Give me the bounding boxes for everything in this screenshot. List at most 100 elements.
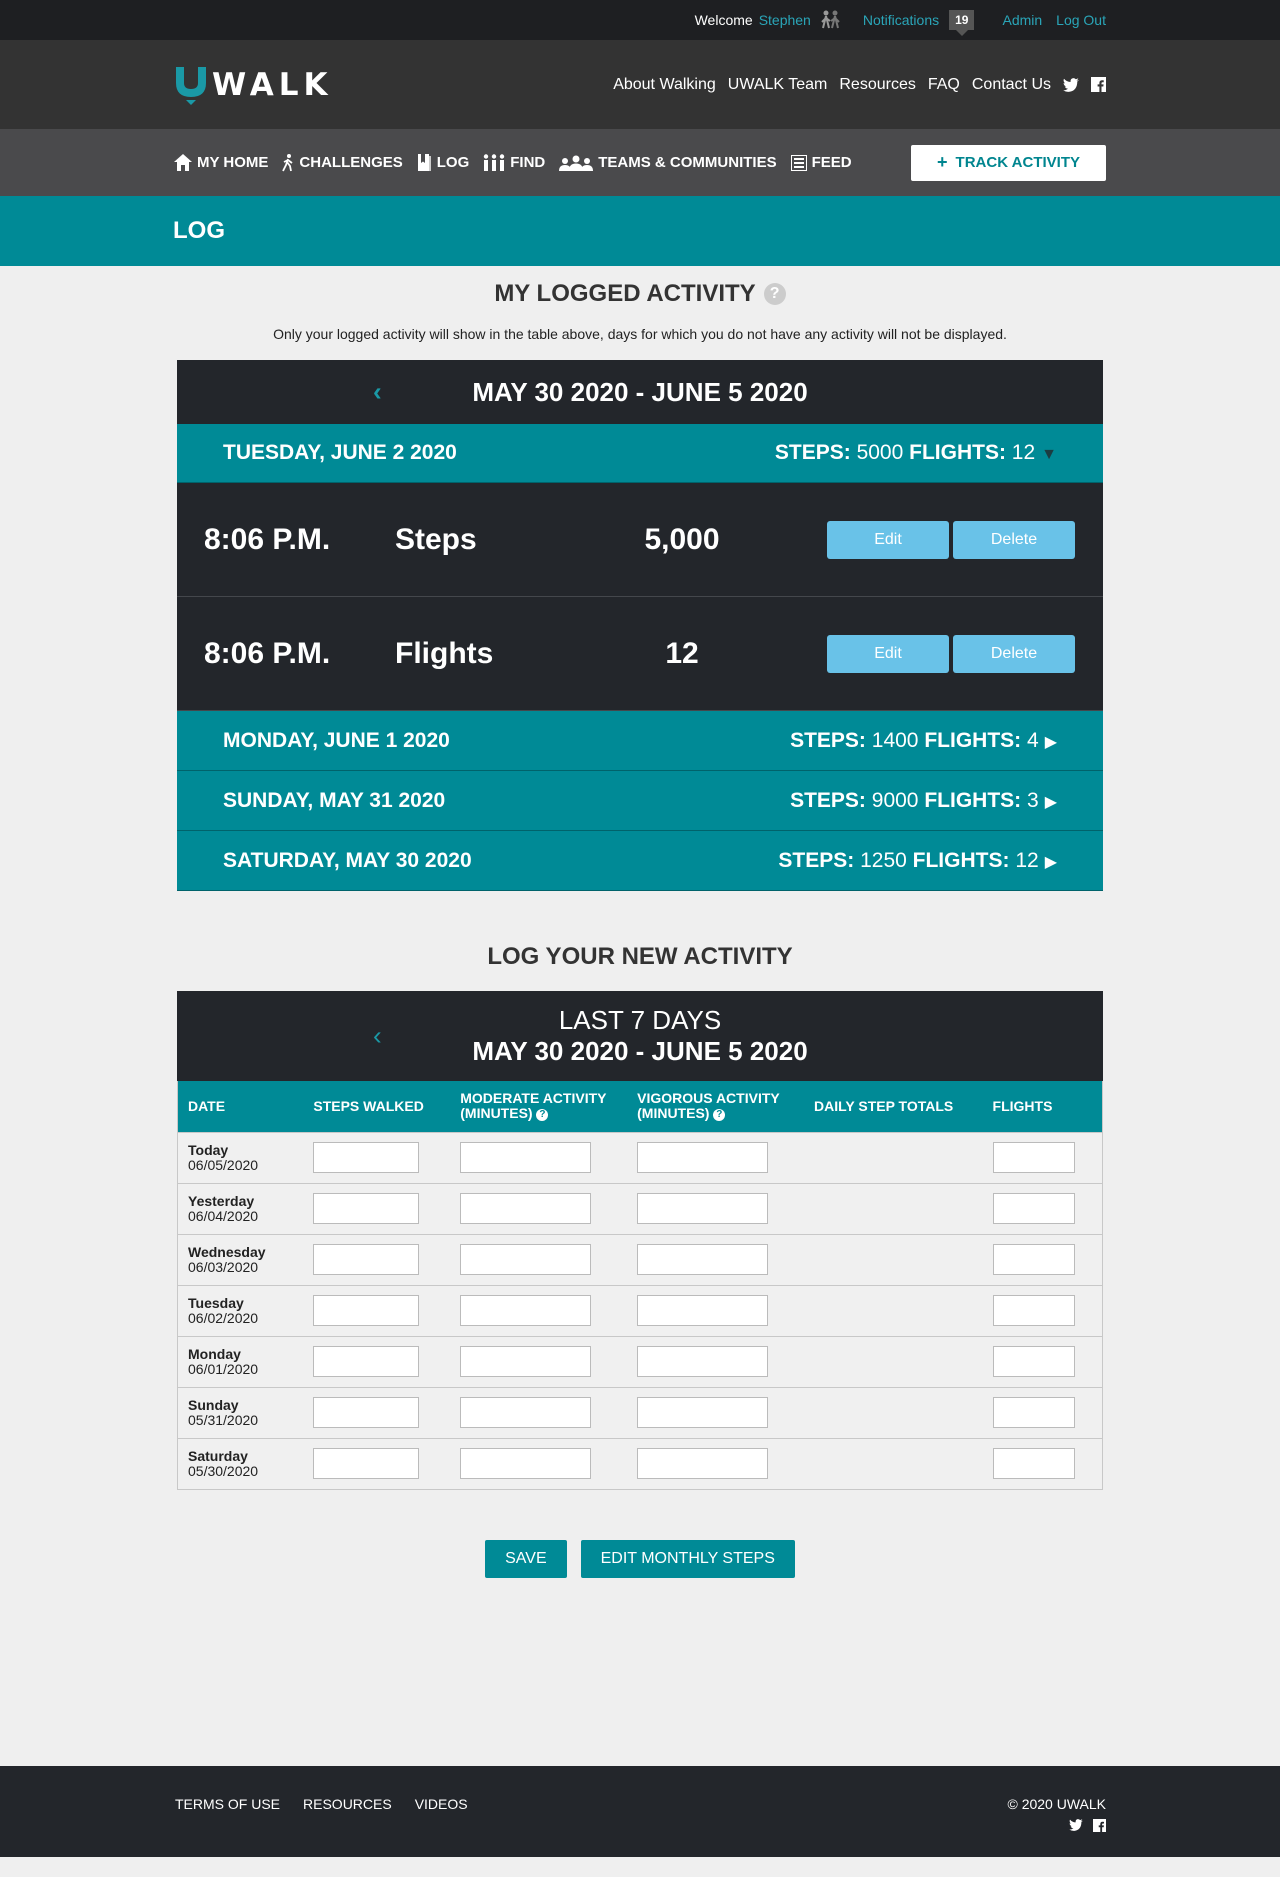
- vigorous-minutes-input[interactable]: [637, 1448, 769, 1479]
- steps-walked-input[interactable]: [313, 1448, 420, 1479]
- edit-monthly-steps-button[interactable]: EDIT MONTHLY STEPS: [580, 1539, 795, 1578]
- moderate-minutes-input[interactable]: [460, 1244, 592, 1275]
- subnav-log[interactable]: LOG: [417, 154, 469, 171]
- list-icon: [790, 154, 807, 171]
- moderate-minutes-input[interactable]: [460, 1397, 592, 1428]
- nav-uwalk-team[interactable]: UWALK Team: [728, 76, 828, 94]
- col-flights: FLIGHTS: [982, 1081, 1103, 1132]
- save-button[interactable]: SAVE: [485, 1539, 567, 1578]
- col-steps-walked: STEPS WALKED: [303, 1081, 451, 1132]
- moderate-minutes-input[interactable]: [460, 1142, 592, 1173]
- notifications-link[interactable]: Notifications: [863, 12, 939, 28]
- twitter-icon[interactable]: [1063, 77, 1079, 92]
- help-icon[interactable]: ?: [536, 1108, 549, 1121]
- col-daily-step-totals: DAILY STEP TOTALS: [804, 1081, 983, 1132]
- nav-contact-us[interactable]: Contact Us: [972, 76, 1051, 94]
- welcome-text: Welcome: [694, 12, 753, 28]
- vigorous-minutes-input[interactable]: [637, 1346, 769, 1377]
- vigorous-minutes-input[interactable]: [637, 1397, 769, 1428]
- delete-button[interactable]: Delete: [953, 520, 1075, 559]
- steps-walked-input[interactable]: [313, 1193, 420, 1224]
- footer-terms-link[interactable]: TERMS OF USE: [175, 1796, 280, 1812]
- steps-walked-input[interactable]: [313, 1244, 420, 1275]
- subnav-my-home[interactable]: MY HOME: [174, 154, 268, 171]
- subnav-find[interactable]: FIND: [483, 154, 545, 171]
- form-actions: SAVE EDIT MONTHLY STEPS: [0, 1539, 1280, 1578]
- flights-input[interactable]: [992, 1346, 1075, 1377]
- footer-resources-link[interactable]: RESOURCES: [303, 1796, 392, 1812]
- edit-button[interactable]: Edit: [827, 634, 949, 673]
- subnav-feed[interactable]: FEED: [790, 154, 852, 171]
- flights-input[interactable]: [992, 1193, 1075, 1224]
- flights-input[interactable]: [992, 1244, 1075, 1275]
- username-link[interactable]: Stephen: [759, 12, 811, 28]
- vigorous-minutes-input[interactable]: [637, 1244, 769, 1275]
- vigorous-minutes-input[interactable]: [637, 1142, 769, 1173]
- nav-about-walking[interactable]: About Walking: [613, 76, 716, 94]
- daily-step-total-cell: [804, 1437, 983, 1490]
- activity-entry: 8:06 P.M. Flights 12 Edit Delete: [177, 597, 1103, 711]
- flights-input[interactable]: [992, 1397, 1075, 1428]
- day-row[interactable]: SATURDAY, MAY 30 2020 STEPS: 1250 FLIGHT…: [177, 831, 1103, 891]
- previous-week-chevron-icon[interactable]: ‹: [373, 377, 382, 408]
- flights-input[interactable]: [992, 1142, 1075, 1173]
- people-icon: [484, 154, 505, 171]
- uwalk-logo[interactable]: WALK: [174, 65, 333, 105]
- logout-link[interactable]: Log Out: [1056, 12, 1106, 28]
- delete-button[interactable]: Delete: [953, 634, 1075, 673]
- daily-step-total-cell: [804, 1182, 983, 1234]
- facebook-icon[interactable]: [1093, 1819, 1106, 1832]
- copyright: © 2020 UWALK: [1007, 1796, 1106, 1812]
- range-dates: MAY 30 2020 - JUNE 5 2020: [472, 1036, 808, 1066]
- day-row[interactable]: TUESDAY, JUNE 2 2020 STEPS: 5000 FLIGHTS…: [177, 424, 1103, 483]
- date-cell: Sunday 05/31/2020: [177, 1386, 304, 1438]
- steps-walked-input[interactable]: [313, 1295, 420, 1326]
- day-row[interactable]: MONDAY, JUNE 1 2020 STEPS: 1400 FLIGHTS:…: [177, 711, 1103, 771]
- steps-walked-input[interactable]: [313, 1397, 420, 1428]
- week-header: ‹ MAY 30 2020 - JUNE 5 2020: [177, 360, 1103, 424]
- caret-right-icon: ▶: [1044, 853, 1057, 871]
- avatar[interactable]: [817, 7, 843, 33]
- subnav-challenges[interactable]: CHALLENGES: [282, 153, 403, 172]
- logged-activity-description: Only your logged activity will show in t…: [273, 326, 1007, 342]
- steps-walked-input[interactable]: [313, 1142, 420, 1173]
- vigorous-minutes-input[interactable]: [637, 1295, 769, 1326]
- help-icon[interactable]: ?: [713, 1108, 726, 1121]
- footer-videos-link[interactable]: VIDEOS: [415, 1796, 468, 1812]
- track-activity-button[interactable]: + TRACK ACTIVITY: [911, 144, 1106, 181]
- notifications-count-badge[interactable]: 19: [949, 10, 975, 36]
- moderate-minutes-input[interactable]: [460, 1295, 592, 1326]
- moderate-minutes-input[interactable]: [460, 1346, 592, 1377]
- date-cell: Tuesday 06/02/2020: [177, 1284, 304, 1336]
- facebook-icon[interactable]: [1091, 77, 1106, 92]
- daily-step-total-cell: [804, 1284, 983, 1336]
- previous-range-chevron-icon[interactable]: ‹: [373, 1021, 382, 1052]
- moderate-minutes-input[interactable]: [460, 1193, 592, 1224]
- table-row: Tuesday 06/02/2020: [177, 1284, 1103, 1336]
- twitter-icon[interactable]: [1069, 1819, 1083, 1832]
- nav-faq[interactable]: FAQ: [928, 76, 960, 94]
- subnav-teams-communities[interactable]: TEAMS & COMMUNITIES: [559, 154, 777, 171]
- help-icon[interactable]: ?: [763, 283, 786, 305]
- admin-link[interactable]: Admin: [1002, 12, 1042, 28]
- table-row: Today 06/05/2020: [177, 1131, 1103, 1183]
- date-cell: Monday 06/01/2020: [177, 1335, 304, 1387]
- vigorous-minutes-input[interactable]: [637, 1193, 769, 1224]
- daily-step-total-cell: [804, 1386, 983, 1438]
- flights-input[interactable]: [992, 1448, 1075, 1479]
- group-icon: [559, 155, 594, 171]
- edit-button[interactable]: Edit: [827, 520, 949, 559]
- site-header: WALK About Walking UWALK Team Resources …: [0, 40, 1280, 129]
- flights-input[interactable]: [992, 1295, 1075, 1326]
- steps-walked-input[interactable]: [313, 1346, 420, 1377]
- table-header-row: DATE STEPS WALKED MODERATE ACTIVITY (MINU…: [177, 1081, 1103, 1132]
- table-row: Wednesday 06/03/2020: [177, 1233, 1103, 1285]
- nav-resources[interactable]: Resources: [839, 76, 915, 94]
- daily-step-total-cell: [804, 1335, 983, 1387]
- page-bottom: [0, 1857, 1280, 1877]
- caret-right-icon: ▶: [1044, 793, 1057, 811]
- day-row[interactable]: SUNDAY, MAY 31 2020 STEPS: 9000 FLIGHTS:…: [177, 771, 1103, 831]
- logo-u-mark-icon: [176, 66, 206, 105]
- moderate-minutes-input[interactable]: [460, 1448, 592, 1479]
- activity-entry-table: DATE STEPS WALKED MODERATE ACTIVITY (MINU…: [177, 1081, 1103, 1490]
